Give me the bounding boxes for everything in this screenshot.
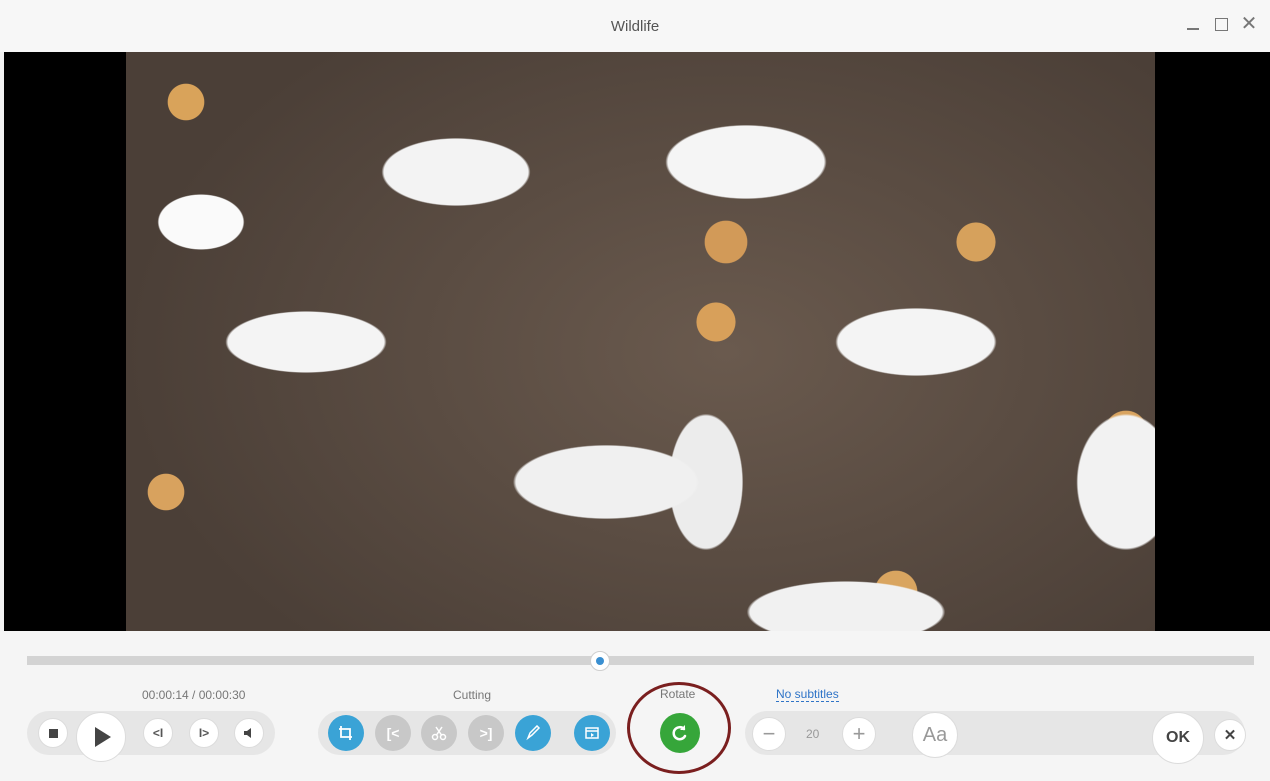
maximize-icon[interactable] <box>1212 14 1230 34</box>
edit-icon <box>526 725 541 741</box>
speaker-icon <box>244 728 251 738</box>
rotate-highlight-ring <box>627 682 731 774</box>
stop-button[interactable] <box>38 718 68 748</box>
play-button[interactable] <box>76 712 126 762</box>
set-start-icon: [< <box>386 725 400 741</box>
video-frame <box>126 52 1155 631</box>
volume-button[interactable] <box>234 718 264 748</box>
window-controls: ✕ <box>1184 14 1258 34</box>
next-frame-button[interactable]: I> <box>189 718 219 748</box>
set-start-button[interactable]: [< <box>375 715 411 751</box>
subtitles-link[interactable]: No subtitles <box>776 687 839 702</box>
title-bar: Wildlife ✕ <box>0 0 1270 52</box>
clip-button[interactable] <box>574 715 610 751</box>
set-end-button[interactable]: >] <box>468 715 504 751</box>
edit-button[interactable] <box>515 715 551 751</box>
stop-icon <box>48 728 58 738</box>
previous-frame-button[interactable]: <I <box>143 718 173 748</box>
seek-bar[interactable] <box>27 656 1254 665</box>
play-icon <box>95 727 111 747</box>
cancel-button[interactable]: ✕ <box>1214 719 1246 751</box>
minimize-icon[interactable] <box>1184 14 1202 34</box>
time-display: 00:00:14 / 00:00:30 <box>142 688 246 702</box>
seek-thumb[interactable] <box>590 651 610 671</box>
close-icon[interactable]: ✕ <box>1240 14 1258 34</box>
subtitle-size-decrease-button[interactable]: − <box>752 717 786 751</box>
crop-icon <box>339 726 352 740</box>
window-title: Wildlife <box>610 17 660 35</box>
clip-icon <box>585 727 599 739</box>
ok-button[interactable]: OK <box>1152 712 1204 764</box>
video-area[interactable] <box>4 52 1270 631</box>
scissors-icon <box>431 726 447 741</box>
crop-button[interactable] <box>328 715 364 751</box>
subtitle-size-value: 20 <box>806 727 820 741</box>
controls-panel: 00:00:14 / 00:00:30 Cutting Rotate No su… <box>0 631 1270 781</box>
cut-button[interactable] <box>421 715 457 751</box>
set-end-icon: >] <box>479 725 493 741</box>
subtitle-size-increase-button[interactable]: + <box>842 717 876 751</box>
cutting-label: Cutting <box>453 688 492 702</box>
subtitle-font-button[interactable]: Aa <box>912 712 958 758</box>
